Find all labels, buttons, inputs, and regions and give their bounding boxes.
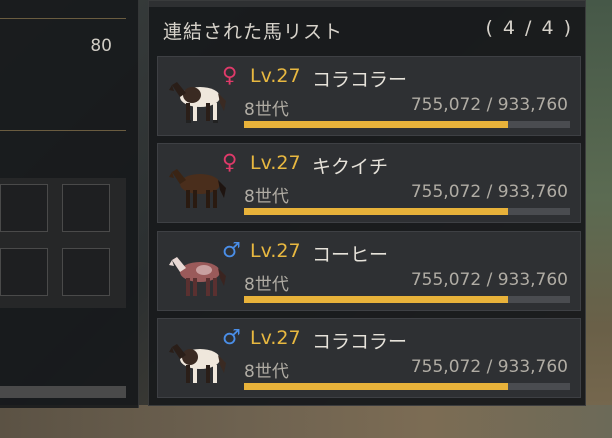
horse-generation: 8世代: [244, 362, 289, 382]
horse-portrait-icon: [169, 257, 226, 296]
horse-portrait-icon: [169, 82, 226, 123]
inventory-slot[interactable]: [62, 184, 110, 232]
female-gender-icon: ♀: [222, 150, 238, 174]
left-window-fragment: 80: [0, 0, 139, 408]
horse-card[interactable]: ♀ Lv.27 コラコラー 8世代 755,072 / 933,760: [157, 56, 581, 136]
horse-name: コラコラー: [312, 331, 408, 353]
horse-exp: 755,072 / 933,760: [410, 357, 568, 377]
male-gender-icon: ♂: [222, 238, 241, 262]
exp-bar: [244, 121, 570, 128]
exp-bar-fill: [244, 383, 508, 390]
exp-bar: [244, 208, 570, 215]
horse-card[interactable]: ♂ Lv.27 コーヒー 8世代 755,072 / 933,760: [157, 231, 581, 311]
inventory-slot[interactable]: [0, 248, 48, 296]
horse-level: Lv.27: [250, 152, 301, 174]
horse-name: コーヒー: [312, 244, 389, 266]
inventory-slot[interactable]: [0, 184, 48, 232]
female-gender-icon: ♀: [222, 63, 238, 87]
horse-generation: 8世代: [244, 100, 289, 120]
horse-generation: 8世代: [244, 187, 289, 207]
horse-exp: 755,072 / 933,760: [410, 182, 568, 202]
background-scene-right: [585, 0, 612, 438]
divider: [0, 130, 126, 131]
divider: [0, 18, 126, 19]
exp-bar-fill: [244, 208, 508, 215]
horse-exp: 755,072 / 933,760: [410, 95, 568, 115]
horse-name: キクイチ: [312, 156, 389, 178]
horse-count: ( 4 / 4 ): [485, 17, 573, 39]
exp-bar: [244, 296, 570, 303]
male-gender-icon: ♂: [222, 325, 241, 349]
panel-top-strip: [149, 1, 585, 7]
horse-level: Lv.27: [250, 65, 301, 87]
exp-bar: [244, 383, 570, 390]
horse-portrait-icon: [169, 344, 226, 383]
left-count-value: 80: [90, 36, 112, 56]
left-scrollbar[interactable]: [0, 386, 126, 398]
horse-exp: 755,072 / 933,760: [410, 270, 568, 290]
horse-name: コラコラー: [312, 69, 408, 91]
horse-level: Lv.27: [250, 240, 301, 262]
linked-horse-list-panel: 連結された馬リスト ( 4 / 4 ) ♀ Lv.27 コラコラー 8世代 75…: [148, 0, 586, 406]
background-scene-bottom: [0, 405, 612, 438]
horse-card[interactable]: ♂ Lv.27 コラコラー 8世代 755,072 / 933,760: [157, 318, 581, 398]
exp-bar-fill: [244, 121, 508, 128]
horse-portrait-icon: [169, 169, 226, 208]
panel-title: 連結された馬リスト: [163, 21, 344, 43]
exp-bar-fill: [244, 296, 508, 303]
inventory-slot[interactable]: [62, 248, 110, 296]
horse-level: Lv.27: [250, 327, 301, 349]
horse-generation: 8世代: [244, 275, 289, 295]
horse-card[interactable]: ♀ Lv.27 キクイチ 8世代 755,072 / 933,760: [157, 143, 581, 223]
